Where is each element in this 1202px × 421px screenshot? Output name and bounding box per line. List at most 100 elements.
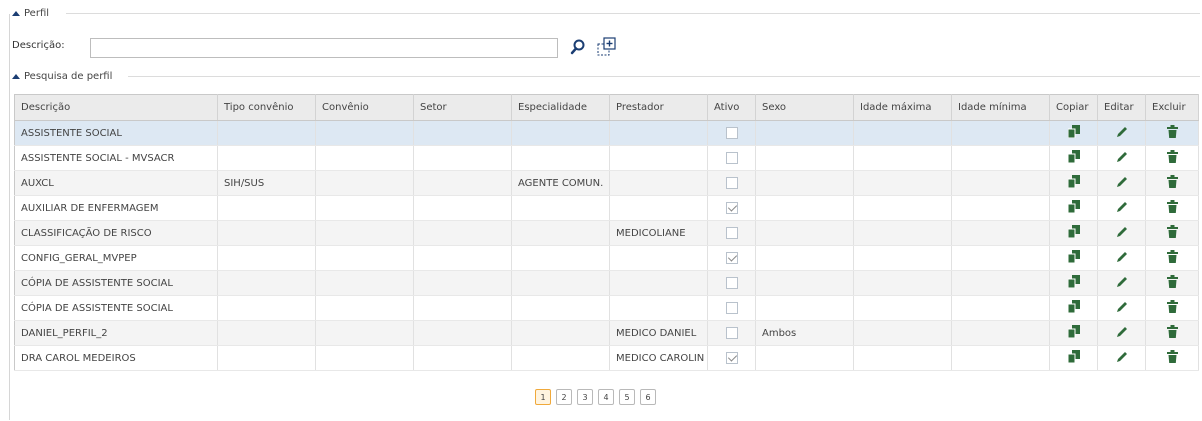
edit-icon[interactable] (1115, 175, 1129, 192)
cell-sexo (755, 145, 854, 171)
trash-icon[interactable] (1166, 250, 1178, 266)
search-icon[interactable] (569, 38, 587, 56)
table-row[interactable]: CÓPIA DE ASSISTENTE SOCIAL (14, 295, 1199, 321)
cell-idade-min (951, 170, 1050, 196)
col-idade-minima-header[interactable]: Idade mínima (951, 94, 1050, 121)
ativo-checkbox[interactable] (725, 352, 738, 364)
copy-icon[interactable] (1067, 225, 1080, 241)
page-button-5[interactable]: 5 (619, 389, 635, 405)
cell-sexo (755, 120, 854, 146)
cell-action (1145, 270, 1199, 296)
col-prestador-header[interactable]: Prestador (609, 94, 708, 121)
cell-sexo (755, 295, 854, 321)
trash-icon[interactable] (1166, 175, 1178, 191)
col-especialidade-header[interactable]: Especialidade (511, 94, 610, 121)
cell-descricao: CLASSIFICAÇÃO DE RISCO (14, 220, 218, 246)
copy-icon[interactable] (1067, 175, 1080, 191)
cell-action (1097, 295, 1146, 321)
copy-icon[interactable] (1067, 200, 1080, 216)
copy-icon[interactable] (1067, 250, 1080, 266)
table-row[interactable]: CONFIG_GERAL_MVPEP (14, 245, 1199, 271)
edit-icon[interactable] (1115, 250, 1129, 267)
page-button-6[interactable]: 6 (640, 389, 656, 405)
ativo-checkbox[interactable] (725, 252, 738, 264)
trash-icon[interactable] (1166, 150, 1178, 166)
table-row[interactable]: DANIEL_PERFIL_2 MEDICO DANIEL Ambos (14, 320, 1199, 346)
ativo-checkbox[interactable] (725, 327, 738, 339)
edit-icon[interactable] (1115, 275, 1129, 292)
cell-action (1145, 170, 1199, 196)
col-sexo-header[interactable]: Sexo (755, 94, 854, 121)
table-row[interactable]: CÓPIA DE ASSISTENTE SOCIAL (14, 270, 1199, 296)
page-button-1[interactable]: 1 (535, 389, 551, 405)
table-row[interactable]: AUXCL SIH/SUS AGENTE COMUN. (14, 170, 1199, 196)
cell-especialidade (511, 220, 610, 246)
add-icon[interactable] (596, 36, 618, 58)
table-row[interactable]: DRA CAROL MEDEIROS MEDICO CAROLIN (14, 345, 1199, 371)
cell-tipo-convenio (217, 120, 316, 146)
col-ativo-header[interactable]: Ativo (707, 94, 756, 121)
table-row[interactable]: AUXILIAR DE ENFERMAGEM (14, 195, 1199, 221)
cell-convenio (315, 245, 414, 271)
cell-convenio (315, 295, 414, 321)
trash-icon[interactable] (1166, 200, 1178, 216)
col-copiar-header[interactable]: Copiar (1049, 94, 1098, 121)
cell-tipo-convenio (217, 195, 316, 221)
cell-sexo (755, 220, 854, 246)
cell-action (1097, 270, 1146, 296)
cell-action (1097, 220, 1146, 246)
ativo-checkbox[interactable] (725, 227, 738, 239)
cell-ativo (707, 270, 756, 296)
col-editar-header[interactable]: Editar (1097, 94, 1146, 121)
description-input[interactable] (90, 38, 558, 58)
col-excluir-header[interactable]: Excluir (1145, 94, 1199, 121)
page-button-4[interactable]: 4 (598, 389, 614, 405)
cell-action (1145, 120, 1199, 146)
cell-prestador: MEDICO CAROLIN (609, 345, 708, 371)
trash-icon[interactable] (1166, 325, 1178, 341)
table-row[interactable]: CLASSIFICAÇÃO DE RISCO MEDICOLIANE (14, 220, 1199, 246)
col-convenio-header[interactable]: Convênio (315, 94, 414, 121)
perfil-section-header[interactable]: Perfil (12, 8, 49, 19)
trash-icon[interactable] (1166, 350, 1178, 366)
ativo-checkbox[interactable] (725, 177, 738, 189)
edit-icon[interactable] (1115, 325, 1129, 342)
pesquisa-section-header[interactable]: Pesquisa de perfil (12, 71, 112, 82)
ativo-checkbox[interactable] (725, 202, 738, 214)
cell-idade-min (951, 320, 1050, 346)
ativo-checkbox[interactable] (725, 127, 738, 139)
edit-icon[interactable] (1115, 125, 1129, 142)
edit-icon[interactable] (1115, 225, 1129, 242)
ativo-checkbox[interactable] (725, 277, 738, 289)
edit-icon[interactable] (1115, 150, 1129, 167)
trash-icon[interactable] (1166, 300, 1178, 316)
ativo-checkbox[interactable] (725, 152, 738, 164)
copy-icon[interactable] (1067, 275, 1080, 291)
edit-icon[interactable] (1115, 350, 1129, 367)
trash-icon[interactable] (1166, 225, 1178, 241)
edit-icon[interactable] (1115, 300, 1129, 317)
copy-icon[interactable] (1067, 300, 1080, 316)
page-button-3[interactable]: 3 (577, 389, 593, 405)
col-idade-maxima-header[interactable]: Idade máxima (853, 94, 952, 121)
cell-action (1145, 295, 1199, 321)
col-descricao-header[interactable]: Descrição (14, 94, 218, 121)
copy-icon[interactable] (1067, 125, 1080, 141)
copy-icon[interactable] (1067, 150, 1080, 166)
ativo-checkbox[interactable] (725, 302, 738, 314)
trash-icon[interactable] (1166, 125, 1178, 141)
cell-action (1097, 170, 1146, 196)
cell-prestador (609, 170, 708, 196)
copy-icon[interactable] (1067, 325, 1080, 341)
cell-convenio (315, 170, 414, 196)
page-button-2[interactable]: 2 (556, 389, 572, 405)
copy-icon[interactable] (1067, 350, 1080, 366)
col-tipo-convenio-header[interactable]: Tipo convênio (217, 94, 316, 121)
pagination: 123456 (535, 389, 656, 405)
col-setor-header[interactable]: Setor (413, 94, 512, 121)
trash-icon[interactable] (1166, 275, 1178, 291)
cell-convenio (315, 195, 414, 221)
edit-icon[interactable] (1115, 200, 1129, 217)
table-row[interactable]: ASSISTENTE SOCIAL - MVSACR (14, 145, 1199, 171)
table-row[interactable]: ASSISTENTE SOCIAL (14, 120, 1199, 146)
